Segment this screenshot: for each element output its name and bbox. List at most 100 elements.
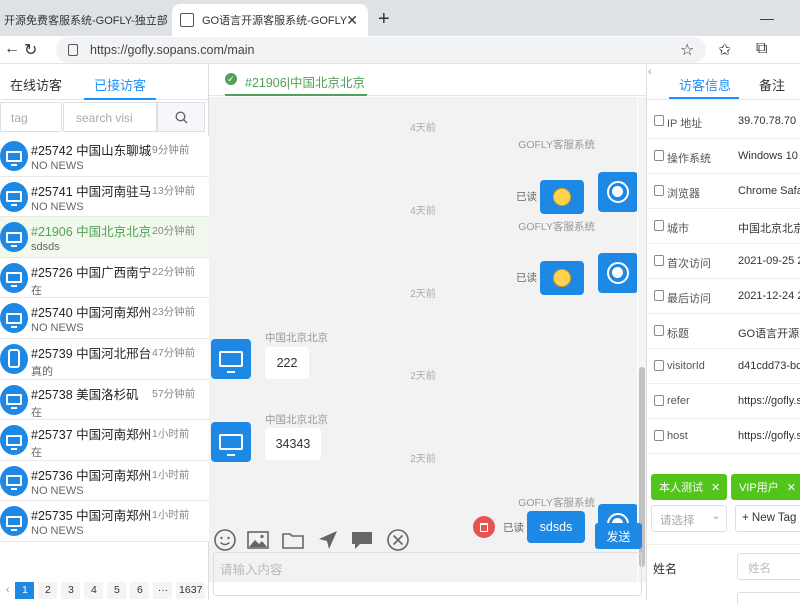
- browser-tab-1[interactable]: 开源免费客服系统-GOFLY-独立部: [0, 4, 170, 36]
- chevron-down-icon: ⌄: [711, 511, 720, 522]
- pagination: ‹ 1 2 3 4 5 6 ··· 1637: [0, 580, 209, 600]
- info-value: https://gofly.s: [738, 430, 800, 442]
- info-value: d41cdd73-bc: [738, 360, 800, 372]
- mobile-device-icon: [0, 343, 28, 374]
- visitor-row[interactable]: #25741 中国河南驻马 13分钟前 NO NEWS: [0, 176, 209, 218]
- visitor-row[interactable]: #25726 中国广西南宁 22分钟前在: [0, 257, 209, 299]
- visitor-search-input[interactable]: search visi: [63, 102, 157, 132]
- browser-tab-bar: 开源免费客服系统-GOFLY-独立部 GO语言开源客服系统-GOFLY ✕ + …: [0, 0, 800, 36]
- info-label: 操作系统: [667, 153, 711, 165]
- next-field-input[interactable]: [737, 592, 800, 604]
- emoji-icon[interactable]: [213, 528, 237, 552]
- close-chat-icon[interactable]: [386, 528, 410, 552]
- address-bar[interactable]: https://gofly.sopans.com/main: [56, 37, 706, 63]
- info-row: 标题 GO语言开源客服: [647, 314, 800, 349]
- info-row: IP 地址 39.70.78.70: [647, 104, 800, 139]
- tag-chip[interactable]: 本人测试 ✕: [651, 474, 727, 500]
- remove-tag-icon[interactable]: ✕: [711, 481, 720, 494]
- visitor-row[interactable]: #25735 中国河南郑州 1小时前 NO NEWS: [0, 501, 209, 542]
- tag-filter-select[interactable]: tag: [0, 102, 62, 132]
- page-button[interactable]: 4: [84, 581, 104, 599]
- page-button[interactable]: 5: [107, 581, 127, 599]
- favorites-icon[interactable]: ✩: [718, 40, 731, 60]
- visitor-row[interactable]: #25737 中国河南郑州 1小时前在: [0, 420, 209, 461]
- info-field-icon: [654, 325, 664, 336]
- tab-received-visitors[interactable]: 已接访客: [84, 64, 157, 100]
- image-icon[interactable]: [246, 528, 270, 552]
- info-label: 标题: [667, 328, 689, 340]
- visitor-panel: 在线访客 已接访客 tag search visi #25742 中国山东聊城 9…: [0, 64, 209, 600]
- visitor-time: 9分钟前: [152, 144, 190, 156]
- new-tag-button[interactable]: + New Tag: [735, 505, 800, 532]
- visitor-name: #25739 中国河北邢台: [31, 346, 152, 361]
- collapse-icon[interactable]: ‹: [648, 66, 652, 78]
- folder-icon[interactable]: [281, 528, 305, 552]
- tag-select[interactable]: 请选择 ⌄: [651, 505, 727, 532]
- remove-tag-icon[interactable]: ✕: [787, 481, 796, 494]
- info-row: 浏览器 Chrome Safari: [647, 174, 800, 209]
- desktop-device-icon: [0, 181, 28, 212]
- chat-bubble-icon[interactable]: [350, 528, 374, 552]
- browser-tab-2[interactable]: GO语言开源客服系统-GOFLY ✕: [172, 4, 368, 36]
- info-tabs: ‹ 访客信息 备注: [647, 64, 800, 100]
- visitor-row[interactable]: #25736 中国河南郑州 1小时前 NO NEWS: [0, 460, 209, 502]
- info-row: visitorId d41cdd73-bc: [647, 349, 800, 384]
- tab-visitor-info[interactable]: 访客信息: [679, 75, 731, 94]
- minimize-icon[interactable]: —: [760, 10, 774, 26]
- location-icon[interactable]: [316, 528, 340, 552]
- visitor-row[interactable]: #25738 美国洛杉矶 57分钟前在: [0, 379, 209, 421]
- message-scrollbar[interactable]: [638, 97, 646, 582]
- visitor-row[interactable]: #25740 中国河南郑州 23分钟前 NO NEWS: [0, 298, 209, 339]
- visitor-last-message: 真的: [31, 365, 53, 378]
- star-icon[interactable]: ☆: [680, 40, 694, 60]
- info-value: 中国北京北京: [738, 223, 800, 235]
- info-field-icon: [654, 255, 664, 266]
- page-button[interactable]: 1637: [176, 581, 205, 599]
- info-field-icon: [654, 430, 664, 441]
- search-icon: [174, 110, 187, 123]
- back-icon[interactable]: ←: [4, 40, 20, 58]
- name-input[interactable]: 姓名: [737, 553, 800, 580]
- visitor-name: #25741 中国河南驻马: [31, 184, 152, 199]
- tab-notes[interactable]: 备注: [759, 75, 785, 94]
- collections-icon[interactable]: ⧉: [756, 40, 767, 58]
- visitor-name: #25738 美国洛杉矶: [31, 387, 139, 402]
- page-button[interactable]: 2: [38, 581, 58, 599]
- visitor-time: 13分钟前: [152, 184, 196, 197]
- search-button[interactable]: [157, 102, 205, 132]
- message-area[interactable]: 4天前 GOFLY客服系统 已读 4天前 GOFLY客服系统 已读 2天前 中国北京北京 222…: [209, 97, 637, 582]
- name-label: 姓名: [653, 562, 678, 576]
- visitor-time: 23分钟前: [152, 306, 196, 319]
- info-field-icon: [654, 395, 664, 406]
- visitor-name: #25736 中国河南郑州: [31, 468, 152, 483]
- visitor-row[interactable]: #25742 中国山东聊城 9分钟前 NO NEWS: [0, 136, 209, 177]
- page-button[interactable]: 3: [61, 581, 81, 599]
- tag-chip[interactable]: VIP用户 ✕: [731, 474, 800, 500]
- visitor-name: #25740 中国河南郑州: [31, 306, 152, 321]
- desktop-device-icon: [0, 141, 28, 171]
- headset-icon: [607, 181, 629, 203]
- visitor-row[interactable]: #21906 中国北京北京 20分钟前 sdsds: [0, 217, 209, 258]
- visitor-last-message: NO NEWS: [31, 322, 84, 335]
- send-button[interactable]: 发送: [595, 523, 642, 549]
- chat-tab[interactable]: ✓ #21906|中国北京北京: [225, 70, 367, 96]
- reload-icon[interactable]: ↻: [24, 40, 37, 60]
- info-value: 39.70.78.70: [738, 115, 797, 127]
- new-tab-icon[interactable]: +: [378, 8, 390, 31]
- visitor-row[interactable]: #25739 中国河北邢台 47分钟前 真的: [0, 338, 209, 380]
- page-button[interactable]: 6: [130, 581, 150, 599]
- info-row: host https://gofly.s: [647, 419, 800, 454]
- visitor-time: 1小时前: [152, 509, 190, 522]
- sender-name: GOFLY客服系统: [518, 221, 595, 233]
- visitor-last-message: NO NEWS: [31, 200, 84, 213]
- browser-tab-title: GO语言开源客服系统-GOFLY: [202, 15, 348, 27]
- info-label: 首次访问: [667, 258, 711, 270]
- close-tab-icon[interactable]: ✕: [346, 12, 358, 29]
- desktop-device-icon: [0, 465, 28, 496]
- message-input[interactable]: 请输入内容: [213, 552, 642, 596]
- page-button[interactable]: 1: [15, 581, 35, 599]
- prev-page-icon[interactable]: ‹: [0, 584, 15, 596]
- page-button[interactable]: ···: [153, 581, 173, 599]
- tab-online-visitors[interactable]: 在线访客: [0, 64, 72, 100]
- divider: [647, 544, 800, 545]
